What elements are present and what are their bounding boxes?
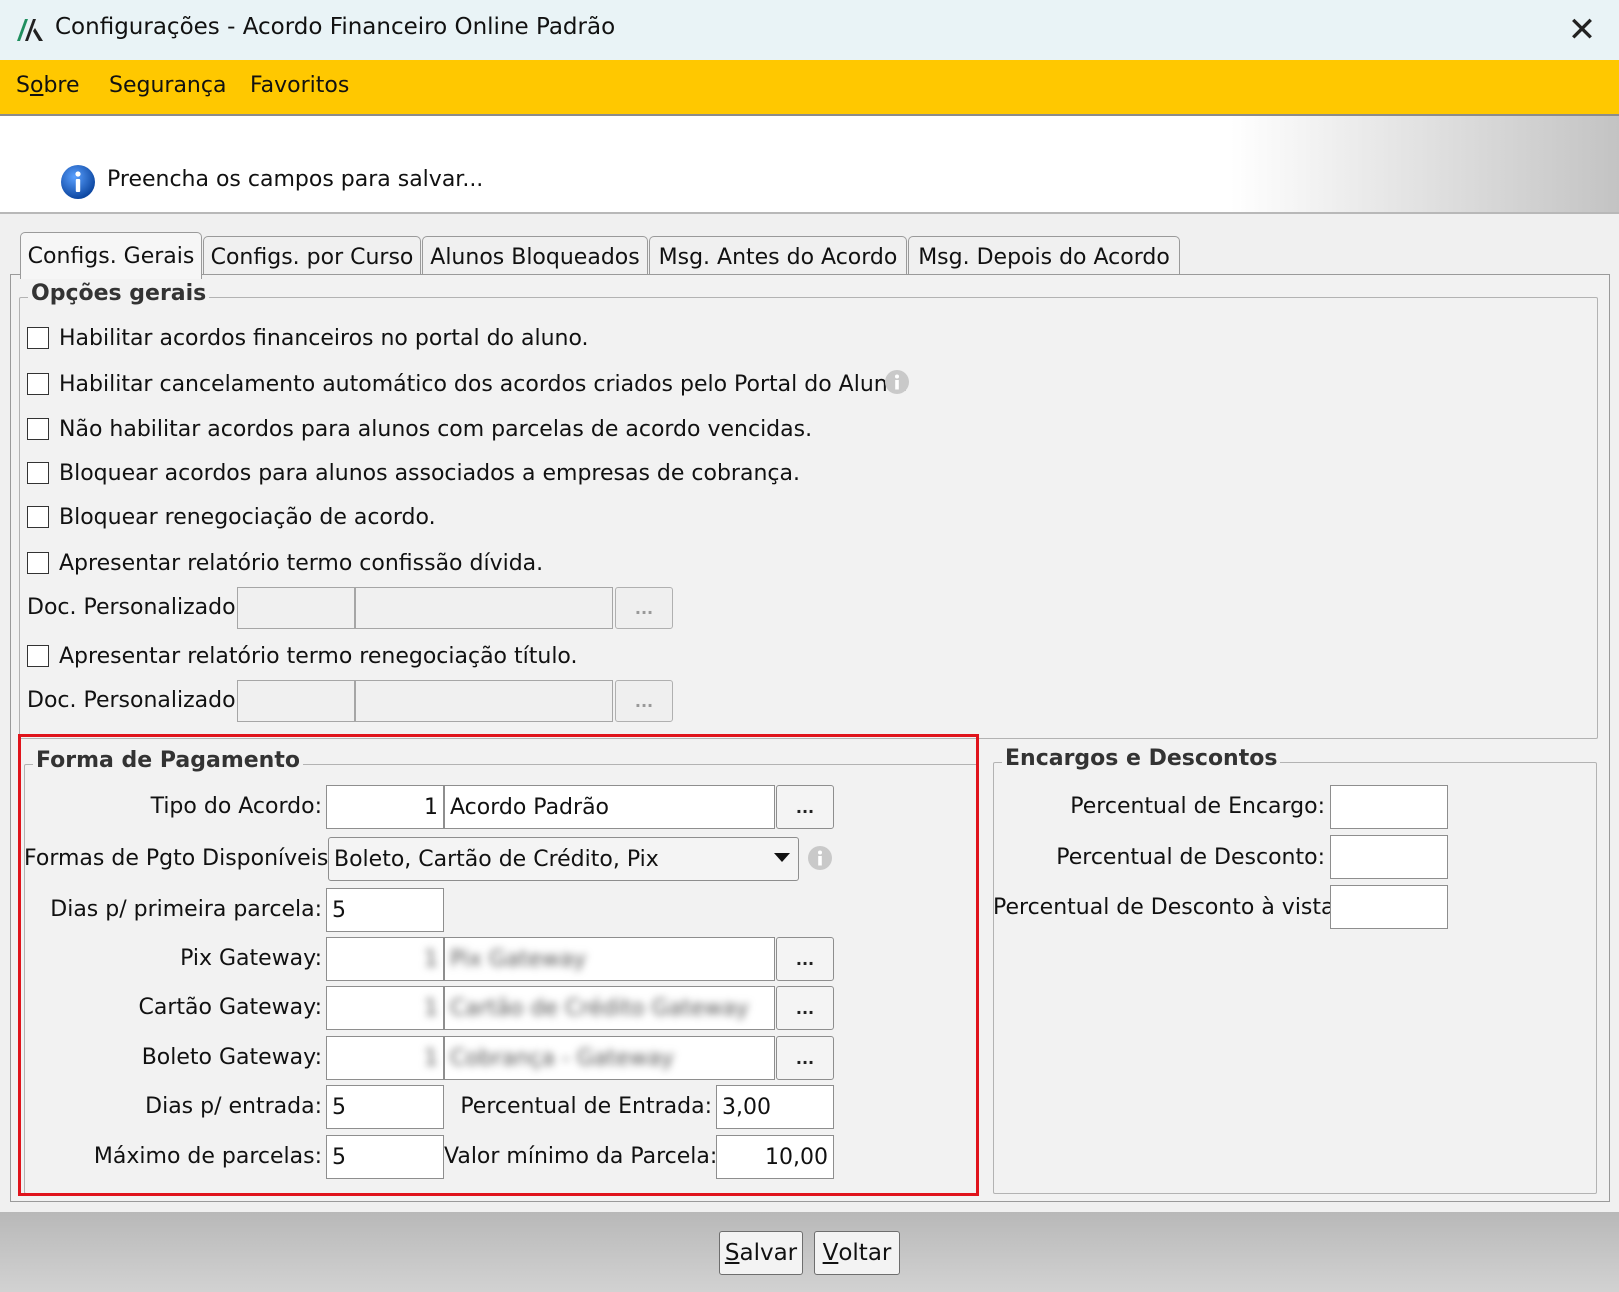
formas-pgto-value: Boleto, Cartão de Crédito, Pix	[334, 846, 659, 872]
checkbox-row[interactable]: Apresentar relatório termo renegociação …	[27, 641, 578, 671]
checkbox-label: Apresentar relatório termo renegociação …	[59, 643, 578, 669]
boleto-gateway-code-input[interactable]: 1	[326, 1036, 444, 1080]
checkbox-label: Habilitar cancelamento automático dos ac…	[59, 371, 908, 397]
checkbox-row[interactable]: Habilitar acordos financeiros no portal …	[27, 323, 589, 353]
forma-pagamento-legend: Forma de Pagamento	[33, 748, 303, 773]
checkbox[interactable]	[27, 373, 49, 395]
tab-msg-depois-acordo[interactable]: Msg. Depois do Acordo	[908, 236, 1180, 277]
encargos-descontos-legend: Encargos e Descontos	[1002, 746, 1281, 771]
checkbox-label: Bloquear renegociação de acordo.	[59, 504, 436, 530]
doc-personalizado-label: Doc. Personalizado:	[27, 688, 243, 713]
checkbox[interactable]	[27, 418, 49, 440]
tipo-acordo-name-input[interactable]: Acordo Padrão	[444, 785, 775, 829]
doc-search-button[interactable]: ...	[615, 587, 673, 629]
tipo-acordo-code-input[interactable]: 1	[326, 785, 444, 829]
tab-msg-antes-acordo[interactable]: Msg. Antes do Acordo	[649, 236, 907, 277]
valor-minimo-parcela-input[interactable]: 10,00	[716, 1135, 834, 1179]
percentual-desconto-vista-input[interactable]	[1330, 885, 1448, 929]
checkbox-row[interactable]: Não habilitar acordos para alunos com pa…	[27, 414, 812, 444]
cartao-gateway-name-input[interactable]: Cartão de Crédito Gateway	[444, 986, 775, 1030]
dias-entrada-input[interactable]: 5	[326, 1085, 444, 1129]
cartao-gateway-search-button[interactable]: ...	[776, 986, 834, 1030]
formas-pgto-select[interactable]: Boleto, Cartão de Crédito, Pix	[328, 837, 799, 881]
tipo-acordo-search-button[interactable]: ...	[776, 785, 834, 829]
checkbox-row[interactable]: Apresentar relatório termo confissão dív…	[27, 548, 543, 578]
tab-configs-por-curso[interactable]: Configs. por Curso	[203, 236, 421, 277]
checkbox[interactable]	[27, 327, 49, 349]
app-logo-icon	[17, 19, 43, 41]
checkbox[interactable]	[27, 645, 49, 667]
back-button[interactable]: Voltar	[814, 1231, 900, 1275]
dias-primeira-parcela-input[interactable]: 5	[326, 888, 444, 932]
pix-gateway-search-button[interactable]: ...	[776, 937, 834, 981]
percentual-desconto-vista-label: Percentual de Desconto à vista:	[993, 895, 1342, 920]
checkbox-row[interactable]: Habilitar cancelamento automático dos ac…	[27, 369, 908, 399]
info-hint-icon[interactable]	[807, 845, 833, 871]
checkbox-row[interactable]: Bloquear renegociação de acordo.	[27, 502, 436, 532]
cartao-gateway-code-input[interactable]: 1	[326, 986, 444, 1030]
info-banner: Preencha os campos para salvar...	[0, 116, 1619, 214]
pix-gateway-name-input[interactable]: Pix Gateway	[444, 937, 775, 981]
pix-gateway-code-input[interactable]: 1	[326, 937, 444, 981]
doc-code-input[interactable]	[237, 680, 355, 722]
window-title: Configurações - Acordo Financeiro Online…	[55, 14, 616, 40]
boleto-gateway-name-input[interactable]: Cobrança - Gateway	[444, 1036, 775, 1080]
percentual-entrada-label: Percentual de Entrada:	[460, 1094, 712, 1119]
info-hint-icon[interactable]	[884, 369, 910, 395]
bottom-bar	[0, 1212, 1619, 1292]
percentual-desconto-input[interactable]	[1330, 835, 1448, 879]
doc-name-input[interactable]	[355, 587, 613, 629]
menu-bar: Sobre Segurança Favoritos	[0, 60, 1619, 116]
checkbox-label: Habilitar acordos financeiros no portal …	[59, 325, 589, 351]
percentual-encargo-label: Percentual de Encargo:	[1070, 794, 1325, 819]
save-button[interactable]: Salvar	[719, 1231, 803, 1275]
doc-name-input[interactable]	[355, 680, 613, 722]
doc-code-input[interactable]	[237, 587, 355, 629]
checkbox[interactable]	[27, 552, 49, 574]
percentual-entrada-input[interactable]: 3,00	[716, 1085, 834, 1129]
boleto-gateway-label: Boleto Gateway:	[141, 1045, 322, 1070]
tab-configs-gerais[interactable]: Configs. Gerais	[20, 232, 202, 279]
checkbox[interactable]	[27, 506, 49, 528]
checkbox[interactable]	[27, 462, 49, 484]
boleto-gateway-search-button[interactable]: ...	[776, 1036, 834, 1080]
cartao-gateway-label: Cartão Gateway:	[138, 995, 322, 1020]
checkbox-label: Bloquear acordos para alunos associados …	[59, 460, 800, 486]
formas-pgto-label: Formas de Pgto Disponíveis:	[24, 846, 336, 871]
banner-message: Preencha os campos para salvar...	[107, 167, 484, 192]
encargos-descontos-group: Encargos e Descontos	[993, 746, 1597, 1194]
maximo-parcelas-input[interactable]: 5	[326, 1135, 444, 1179]
title-bar: Configurações - Acordo Financeiro Online…	[0, 0, 1619, 60]
checkbox-label: Não habilitar acordos para alunos com pa…	[59, 416, 813, 442]
doc-personalizado-label: Doc. Personalizado:	[27, 595, 243, 620]
dias-primeira-parcela-label: Dias p/ primeira parcela:	[50, 897, 322, 922]
maximo-parcelas-label: Máximo de parcelas:	[93, 1144, 322, 1169]
menu-sobre[interactable]: Sobre	[16, 73, 80, 98]
tab-alunos-bloqueados[interactable]: Alunos Bloqueados	[422, 236, 648, 277]
percentual-encargo-input[interactable]	[1330, 785, 1448, 829]
chevron-down-icon	[774, 853, 790, 862]
pix-gateway-label: Pix Gateway:	[180, 946, 322, 971]
menu-favoritos[interactable]: Favoritos	[250, 73, 349, 98]
checkbox-row[interactable]: Bloquear acordos para alunos associados …	[27, 458, 800, 488]
doc-search-button[interactable]: ...	[615, 680, 673, 722]
menu-seguranca[interactable]: Segurança	[109, 73, 226, 98]
percentual-desconto-label: Percentual de Desconto:	[1056, 845, 1325, 870]
info-icon	[61, 165, 95, 199]
close-icon[interactable]: ✕	[1560, 8, 1604, 52]
valor-minimo-parcela-label: Valor mínimo da Parcela:	[444, 1144, 718, 1169]
dias-entrada-label: Dias p/ entrada:	[145, 1094, 322, 1119]
checkbox-label: Apresentar relatório termo confissão dív…	[59, 550, 544, 576]
tipo-acordo-label: Tipo do Acordo:	[150, 794, 322, 819]
opcoes-gerais-legend: Opções gerais	[28, 281, 210, 306]
